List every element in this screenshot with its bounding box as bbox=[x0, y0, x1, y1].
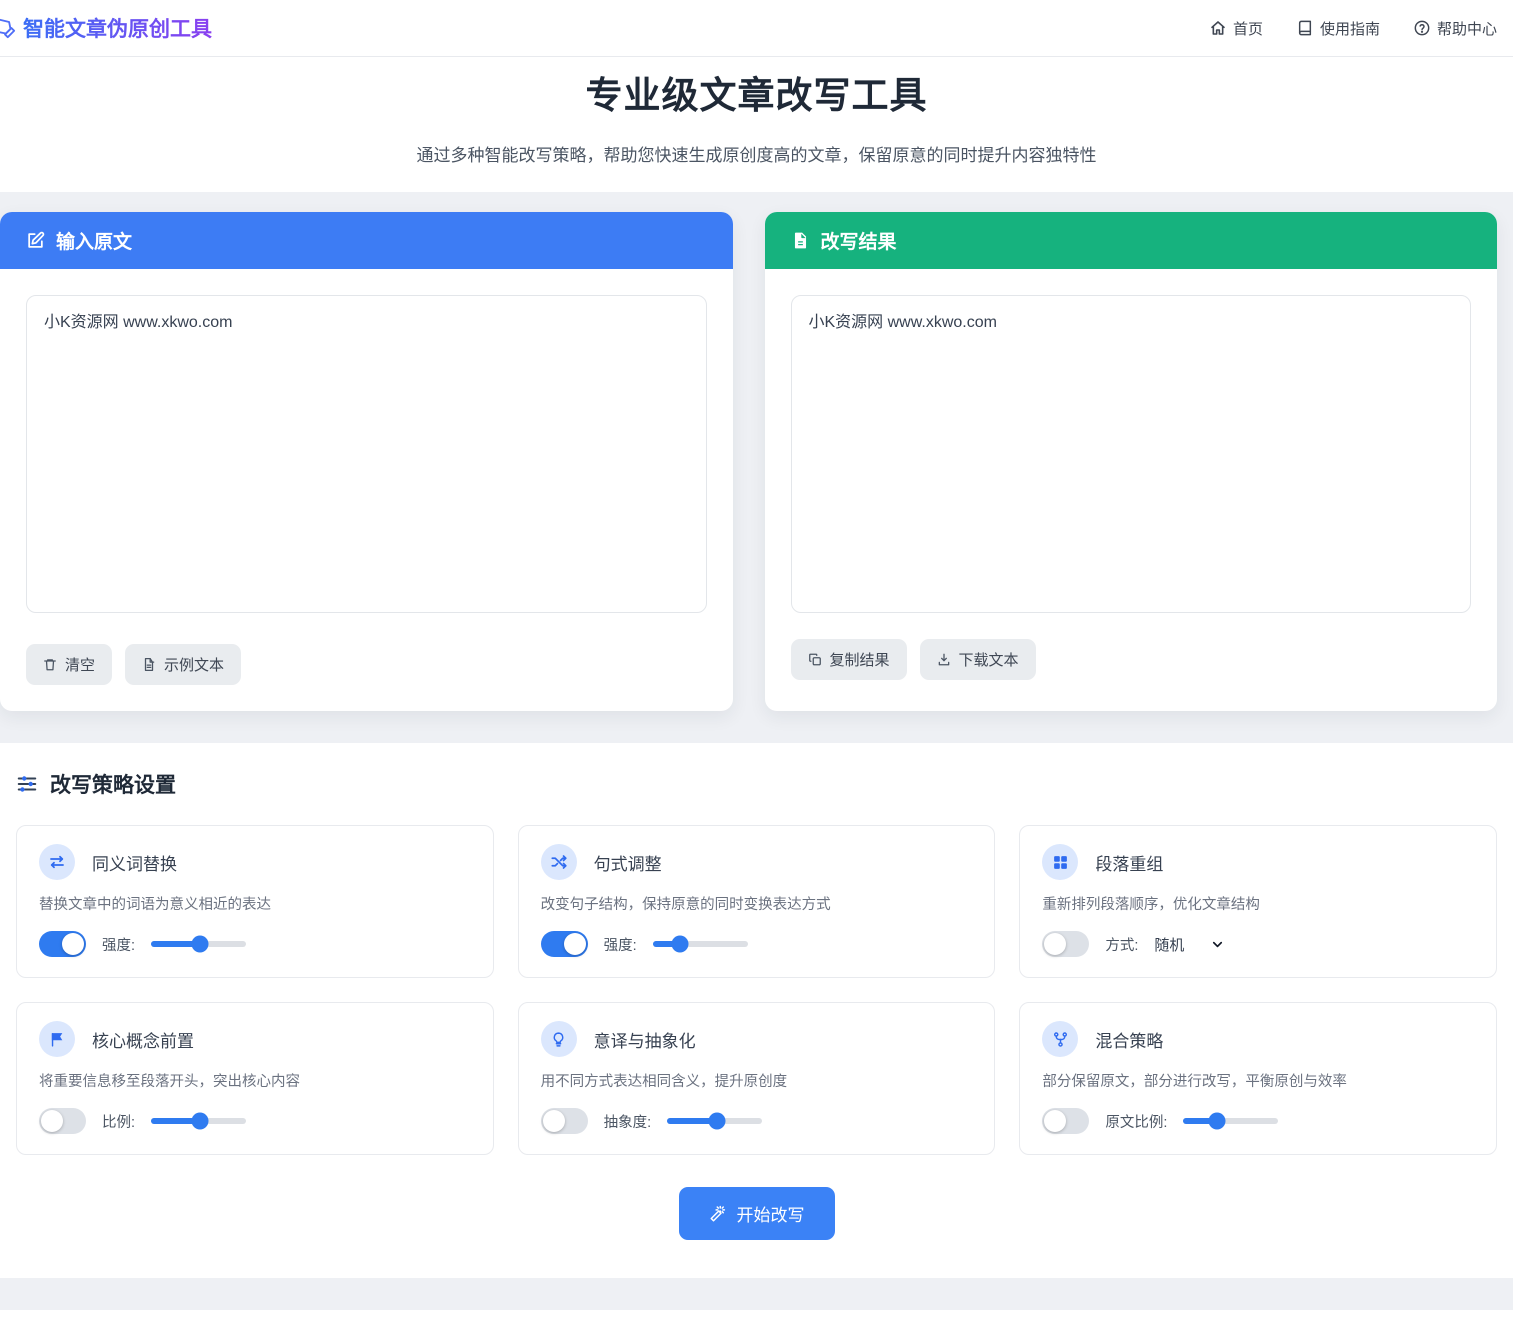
input-panel-body bbox=[0, 269, 733, 644]
help-icon bbox=[1414, 20, 1430, 36]
strategy-card-title: 段落重组 bbox=[1095, 850, 1163, 875]
strategy-card-abstract: 意译与抽象化 用不同方式表达相同含义，提升原创度 抽象度: bbox=[518, 1002, 996, 1155]
shuffle-icon bbox=[541, 844, 577, 880]
abstract-level-slider[interactable] bbox=[667, 1118, 762, 1124]
sentence-strength-slider[interactable] bbox=[653, 941, 748, 947]
input-panel-actions: 清空 示例文本 bbox=[0, 644, 733, 711]
synonym-toggle[interactable] bbox=[39, 931, 86, 957]
chevron-down-icon bbox=[1210, 937, 1225, 952]
select-label: 方式: bbox=[1105, 934, 1138, 955]
strategy-card-title: 句式调整 bbox=[594, 850, 662, 875]
download-icon bbox=[937, 652, 951, 667]
result-panel-body: 小K资源网 www.xkwo.com bbox=[765, 269, 1498, 639]
paragraph-toggle[interactable] bbox=[1042, 931, 1089, 957]
start-rewrite-button[interactable]: 开始改写 bbox=[679, 1187, 835, 1240]
strategy-card-desc: 部分保留原文，部分进行改写，平衡原创与效率 bbox=[1042, 1070, 1474, 1091]
strategy-card-hybrid: 混合策略 部分保留原文，部分进行改写，平衡原创与效率 原文比例: bbox=[1019, 1002, 1497, 1155]
lightbulb-icon bbox=[541, 1021, 577, 1057]
download-text-button-label: 下载文本 bbox=[959, 649, 1019, 670]
result-panel-title: 改写结果 bbox=[821, 227, 897, 254]
nav-home-label: 首页 bbox=[1233, 18, 1263, 39]
input-panel: 输入原文 清空 示例文本 bbox=[0, 212, 733, 711]
file-icon bbox=[142, 657, 156, 672]
paragraph-mode-select[interactable]: 随机 bbox=[1154, 934, 1225, 955]
strategy-card-desc: 改变句子结构，保持原意的同时变换表达方式 bbox=[541, 893, 973, 914]
paragraph-mode-value: 随机 bbox=[1154, 934, 1184, 955]
nav-help[interactable]: 帮助中心 bbox=[1414, 18, 1497, 39]
concept-ratio-slider[interactable] bbox=[151, 1118, 246, 1124]
strategy-card-title: 混合策略 bbox=[1095, 1027, 1163, 1052]
sample-text-button-label: 示例文本 bbox=[164, 654, 224, 675]
slider-label: 比例: bbox=[102, 1111, 135, 1132]
download-text-button[interactable]: 下载文本 bbox=[920, 639, 1036, 680]
start-rewrite-button-label: 开始改写 bbox=[737, 1201, 805, 1226]
sentence-toggle[interactable] bbox=[541, 931, 588, 957]
sample-text-button[interactable]: 示例文本 bbox=[125, 644, 241, 685]
strategy-card-desc: 用不同方式表达相同含义，提升原创度 bbox=[541, 1070, 973, 1091]
grid-icon bbox=[1042, 844, 1078, 880]
strategy-section-title: 改写策略设置 bbox=[50, 769, 176, 799]
editor-panels: 输入原文 清空 示例文本 改写结果 小K资源网 www.xkwo.com bbox=[0, 192, 1513, 711]
hero: 专业级文章改写工具 通过多种智能改写策略，帮助您快速生成原创度高的文章，保留原意… bbox=[0, 57, 1513, 192]
document-icon bbox=[791, 231, 810, 250]
input-panel-title: 输入原文 bbox=[56, 227, 132, 254]
strategy-card-title: 核心概念前置 bbox=[92, 1027, 194, 1052]
nav-help-label: 帮助中心 bbox=[1437, 18, 1497, 39]
strategy-card-paragraph: 段落重组 重新排列段落顺序，优化文章结构 方式: 随机 bbox=[1019, 825, 1497, 978]
strategy-card-sentence: 句式调整 改变句子结构，保持原意的同时变换表达方式 强度: bbox=[518, 825, 996, 978]
result-panel-header: 改写结果 bbox=[765, 212, 1498, 269]
result-panel: 改写结果 小K资源网 www.xkwo.com 复制结果 下载文本 bbox=[765, 212, 1498, 711]
trash-icon bbox=[43, 657, 57, 672]
edit-icon bbox=[26, 231, 45, 250]
nav-links: 首页 使用指南 帮助中心 bbox=[1210, 18, 1497, 39]
slider-label: 强度: bbox=[604, 934, 637, 955]
nav-guide-label: 使用指南 bbox=[1320, 18, 1380, 39]
result-panel-actions: 复制结果 下载文本 bbox=[765, 639, 1498, 706]
slider-label: 强度: bbox=[102, 934, 135, 955]
page-title: 专业级文章改写工具 bbox=[0, 65, 1513, 119]
flag-icon bbox=[39, 1021, 75, 1057]
branch-icon bbox=[1042, 1021, 1078, 1057]
abstract-toggle[interactable] bbox=[541, 1108, 588, 1134]
strategy-card-concept: 核心概念前置 将重要信息移至段落开头，突出核心内容 比例: bbox=[16, 1002, 494, 1155]
synonym-strength-slider[interactable] bbox=[151, 941, 246, 947]
hybrid-ratio-slider[interactable] bbox=[1183, 1118, 1278, 1124]
clear-button-label: 清空 bbox=[65, 654, 95, 675]
nav-guide[interactable]: 使用指南 bbox=[1297, 18, 1380, 39]
strategy-card-desc: 重新排列段落顺序，优化文章结构 bbox=[1042, 893, 1474, 914]
result-textbox[interactable]: 小K资源网 www.xkwo.com bbox=[791, 295, 1472, 613]
page-subtitle: 通过多种智能改写策略，帮助您快速生成原创度高的文章，保留原意的同时提升内容独特性 bbox=[0, 141, 1513, 166]
hybrid-toggle[interactable] bbox=[1042, 1108, 1089, 1134]
input-panel-header: 输入原文 bbox=[0, 212, 733, 269]
strategy-grid: 同义词替换 替换文章中的词语为意义相近的表达 强度: 句式调整 改变句子结构，保… bbox=[16, 825, 1497, 1155]
sliders-icon bbox=[16, 773, 38, 795]
source-textarea[interactable] bbox=[26, 295, 707, 613]
strategy-card-desc: 将重要信息移至段落开头，突出核心内容 bbox=[39, 1070, 471, 1091]
strategy-card-title: 同义词替换 bbox=[92, 850, 177, 875]
strategy-card-title: 意译与抽象化 bbox=[594, 1027, 696, 1052]
concept-toggle[interactable] bbox=[39, 1108, 86, 1134]
strategy-card-synonym: 同义词替换 替换文章中的词语为意义相近的表达 强度: bbox=[16, 825, 494, 978]
app-title: 智能文章伪原创工具 bbox=[23, 13, 212, 43]
navbar: 智能文章伪原创工具 首页 使用指南 帮助中心 bbox=[0, 0, 1513, 57]
strategy-card-desc: 替换文章中的词语为意义相近的表达 bbox=[39, 893, 471, 914]
magic-wand-icon bbox=[709, 1205, 727, 1223]
slider-label: 原文比例: bbox=[1105, 1111, 1167, 1132]
slider-label: 抽象度: bbox=[604, 1111, 652, 1132]
app-logo[interactable]: 智能文章伪原创工具 bbox=[2, 13, 212, 43]
copy-icon bbox=[808, 652, 822, 667]
exchange-icon bbox=[39, 844, 75, 880]
home-icon bbox=[1210, 20, 1226, 36]
pen-icon bbox=[0, 17, 16, 39]
book-icon bbox=[1297, 20, 1313, 36]
copy-result-button-label: 复制结果 bbox=[830, 649, 890, 670]
nav-home[interactable]: 首页 bbox=[1210, 18, 1263, 39]
strategy-section: 改写策略设置 同义词替换 替换文章中的词语为意义相近的表达 强度: bbox=[0, 743, 1513, 1278]
strategy-section-header: 改写策略设置 bbox=[16, 769, 1497, 799]
clear-button[interactable]: 清空 bbox=[26, 644, 112, 685]
copy-result-button[interactable]: 复制结果 bbox=[791, 639, 907, 680]
analysis-section: 原创度分析 69% 预估原创度 8 总字数 66 修改比例 BCF8051O68… bbox=[0, 1310, 1513, 1328]
